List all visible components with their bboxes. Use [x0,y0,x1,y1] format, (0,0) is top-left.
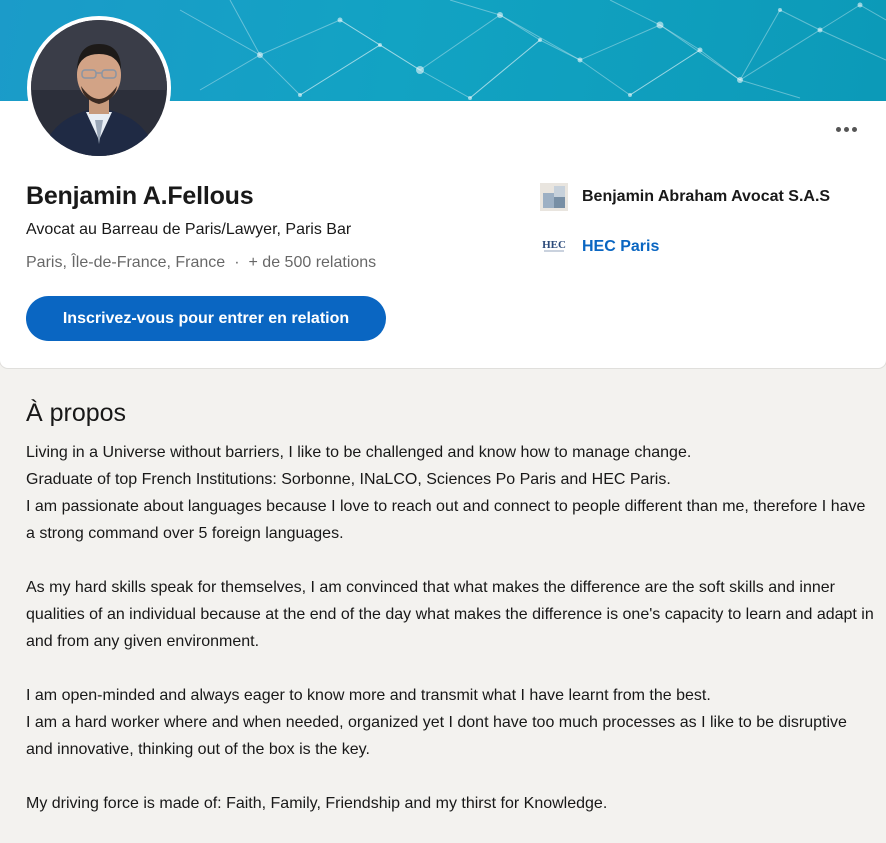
about-body: Living in a Universe without barriers, I… [26,439,876,817]
profile-meta: Paris, Île-de-France, France · + de 500 re… [26,254,376,272]
more-options-button[interactable] [828,115,864,143]
current-company-link[interactable]: Benjamin Abraham Avocat S.A.S [540,183,830,211]
school-link[interactable]: HEC HEC Paris [540,233,659,261]
profile-headline: Avocat au Barreau de Paris/Lawyer, Paris… [26,221,352,238]
company-logo-icon [540,183,568,211]
about-paragraph: My driving force is made of: Faith, Fami… [26,795,608,812]
about-paragraph: I am open-minded and always eager to kno… [26,687,711,704]
more-dot-icon [835,126,841,132]
company-name: Benjamin Abraham Avocat S.A.S [582,188,831,205]
profile-card: Benjamin A.Fellous Avocat au Barreau de … [0,0,886,368]
profile-name: Benjamin A.Fellous [26,182,254,210]
about-paragraph: Graduate of top French Institutions: Sor… [26,471,671,488]
about-paragraph: Living in a Universe without barriers, I… [26,444,692,461]
about-section: À propos Living in a Universe without ba… [0,368,886,843]
about-title: À propos [26,399,127,427]
about-paragraph: I am passionate about languages because … [26,498,866,542]
avatar-photo [31,20,167,156]
hec-logo-icon: HEC [540,233,568,261]
more-dot-icon [851,126,857,132]
connect-button[interactable]: Inscrivez-vous pour entrer en relation [26,296,386,341]
meta-separator: · [234,254,240,271]
school-name: HEC Paris [582,238,660,255]
profile-connections: + de 500 relations [248,254,377,271]
about-paragraph: I am a hard worker where and when needed… [26,714,847,758]
avatar[interactable] [27,16,171,160]
about-paragraph: As my hard skills speak for themselves, … [26,579,874,650]
hec-logo-text: HEC [542,239,566,251]
profile-location: Paris, Île-de-France, France [26,254,226,271]
more-dot-icon [843,126,849,132]
